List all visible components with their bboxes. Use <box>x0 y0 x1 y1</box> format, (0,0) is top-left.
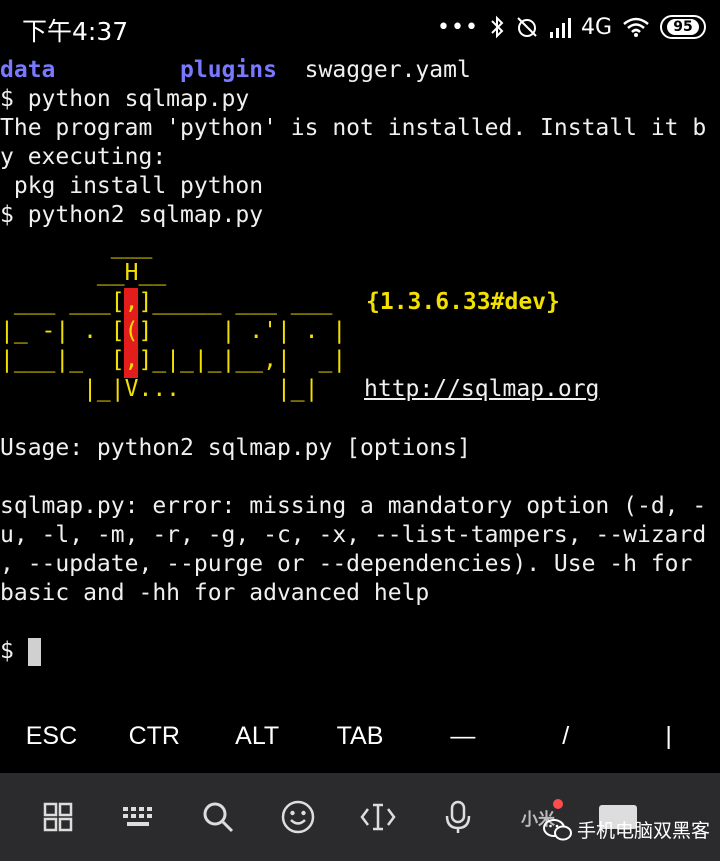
logo-line: ___ ___[,]_____ ___ ___ <box>0 289 333 315</box>
key-dash[interactable]: — <box>411 708 514 764</box>
terminal-output[interactable]: data plugins swagger.yaml $ python sqlma… <box>0 56 720 696</box>
dir-plugins: plugins <box>180 57 277 83</box>
status-bar: 下午4:37 ••• 4G 95 <box>0 0 720 54</box>
error-line: u, -l, -m, -r, -g, -c, -x, --list-tamper… <box>0 522 707 548</box>
dir-data: data <box>0 57 56 83</box>
key-alt[interactable]: ALT <box>206 708 309 764</box>
error-line: sqlmap.py: error: missing a mandatory op… <box>0 493 707 519</box>
text-cursor[interactable] <box>28 638 41 666</box>
status-time: 下午4:37 <box>22 17 129 46</box>
watermark-text: 手机电脑双黑客 <box>576 820 710 842</box>
key-esc[interactable]: ESC <box>0 708 103 764</box>
file-swagger: swagger.yaml <box>304 57 471 83</box>
terminal-line: y executing: <box>0 144 167 170</box>
key-pipe[interactable]: | <box>617 708 720 764</box>
terminal-line: $ python2 sqlmap.py <box>0 202 264 228</box>
keyboard-icon[interactable] <box>98 804 178 830</box>
terminal-line: pkg install python <box>0 173 264 199</box>
status-icons: ••• 4G 95 <box>437 12 706 42</box>
emoji-icon[interactable] <box>258 800 338 834</box>
logo-line: |_ -| . [(] | .'| . | <box>0 318 347 344</box>
key-tab[interactable]: TAB <box>309 708 412 764</box>
grid-icon[interactable] <box>18 802 98 832</box>
ls-output-line: data plugins swagger.yaml <box>0 56 471 85</box>
wifi-icon <box>622 16 650 38</box>
wechat-watermark: 手机电脑双黑客 <box>542 816 710 843</box>
logo-line: |_|V... |_| <box>0 376 319 402</box>
alarm-off-icon <box>515 15 539 39</box>
logo-line: |___|_ [,]_|_|_|__,| _| <box>0 347 347 373</box>
notification-dot <box>553 798 563 809</box>
sqlmap-version: {1.3.6.33#dev} <box>366 289 560 315</box>
key-ctrl[interactable]: CTR <box>103 708 206 764</box>
usage-line: Usage: python2 sqlmap.py [options] <box>0 435 471 461</box>
search-icon[interactable] <box>178 801 258 833</box>
error-line: basic and -hh for advanced help <box>0 580 430 606</box>
network-type: 4G <box>580 14 612 40</box>
error-line: , --update, --purge or --dependencies). … <box>0 551 693 577</box>
signal-icon <box>549 16 575 38</box>
battery-level: 95 <box>667 19 699 35</box>
battery-icon: 95 <box>660 15 706 39</box>
logo-line: __H__ <box>0 260 167 286</box>
logo-line: ___ <box>0 233 153 259</box>
extra-keys-row: ESC CTR ALT TAB — / | <box>0 708 720 764</box>
sqlmap-url[interactable]: http://sqlmap.org <box>364 375 599 404</box>
key-slash[interactable]: / <box>514 708 617 764</box>
terminal-line: $ python sqlmap.py <box>0 86 250 112</box>
wechat-icon <box>542 818 573 842</box>
shell-prompt: $ <box>0 638 14 664</box>
more-notifications-icon: ••• <box>437 14 479 40</box>
microphone-icon[interactable] <box>418 800 498 834</box>
terminal-line: The program 'python' is not installed. I… <box>0 115 707 141</box>
bluetooth-icon <box>489 14 505 40</box>
cursor-move-icon[interactable] <box>338 801 418 833</box>
